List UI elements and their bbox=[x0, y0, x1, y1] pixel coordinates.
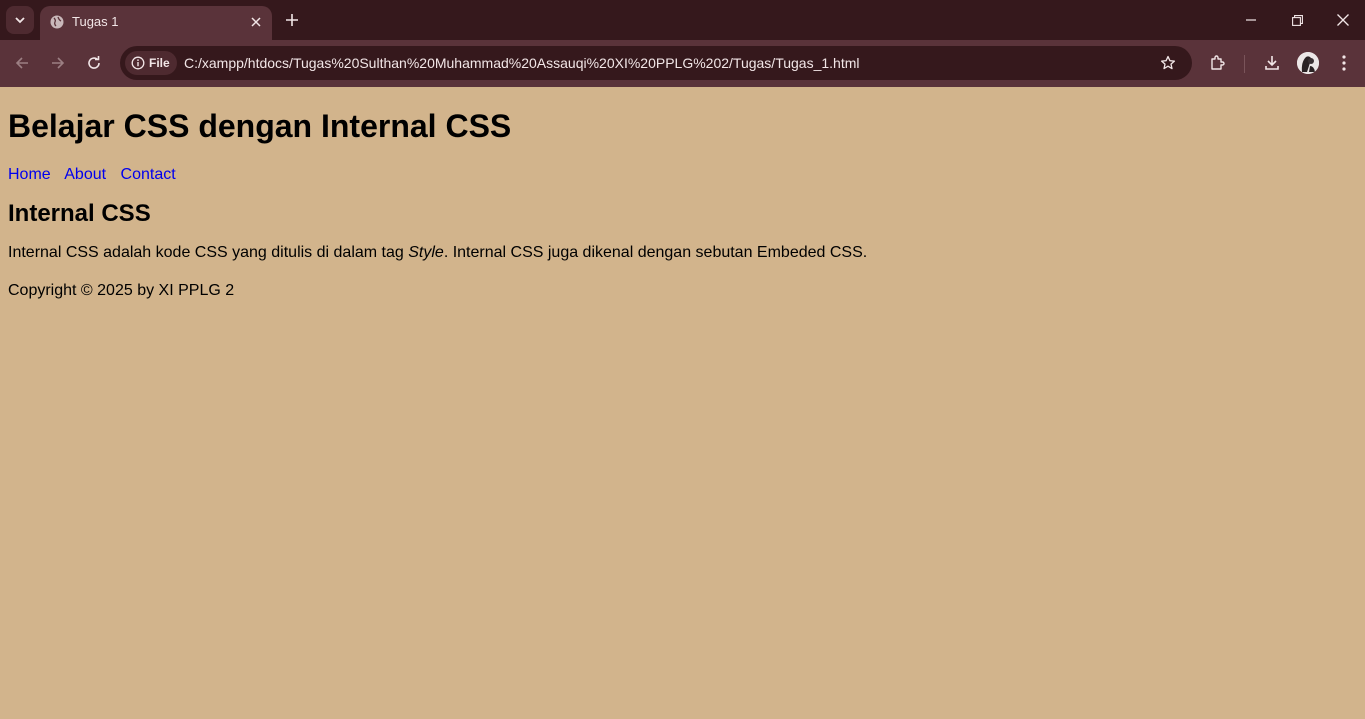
extensions-puzzle-icon bbox=[1211, 55, 1225, 70]
section-paragraph: Internal CSS adalah kode CSS yang dituli… bbox=[8, 244, 1357, 262]
browser-toolbar: File C:/xampp/htdocs/Tugas%20Sulthan%20M… bbox=[0, 40, 1365, 87]
more-menu-button[interactable] bbox=[1330, 49, 1358, 77]
minimize-button[interactable] bbox=[1237, 6, 1265, 34]
new-tab-button[interactable] bbox=[282, 10, 302, 30]
reload-icon bbox=[88, 56, 100, 69]
nav-link-home[interactable]: Home bbox=[8, 166, 51, 183]
reload-button[interactable] bbox=[80, 49, 108, 77]
forward-button[interactable] bbox=[44, 49, 72, 77]
close-icon bbox=[251, 17, 261, 27]
profile-avatar[interactable] bbox=[1297, 52, 1319, 74]
window-close-button[interactable] bbox=[1329, 6, 1357, 34]
paragraph-text-start: Internal CSS adalah kode CSS yang dituli… bbox=[8, 244, 409, 261]
minimize-icon bbox=[1246, 19, 1256, 21]
copyright-footer: Copyright © 2025 by XI PPLG 2 bbox=[8, 282, 235, 299]
restore-icon bbox=[1291, 14, 1303, 26]
star-icon bbox=[1160, 55, 1176, 70]
tab-strip: Tugas 1 bbox=[0, 0, 1365, 40]
page-heading: Belajar CSS dengan Internal CSS bbox=[8, 108, 512, 144]
tab-active[interactable]: Tugas 1 bbox=[40, 6, 272, 40]
paragraph-text-end: . Internal CSS juga dikenal dengan sebut… bbox=[443, 244, 868, 261]
forward-arrow-icon bbox=[52, 57, 65, 69]
address-bar[interactable]: File C:/xampp/htdocs/Tugas%20Sulthan%20M… bbox=[120, 46, 1192, 80]
profile-avatar-icon bbox=[1297, 52, 1319, 74]
back-arrow-icon bbox=[15, 57, 28, 69]
plus-icon bbox=[286, 14, 298, 26]
page-content: Belajar CSS dengan Internal CSS Home Abo… bbox=[0, 87, 1365, 719]
globe-icon bbox=[50, 15, 64, 29]
site-info-chip[interactable]: File bbox=[125, 51, 177, 75]
section-title: Internal CSS bbox=[8, 200, 151, 227]
download-icon bbox=[1265, 56, 1279, 70]
page-nav: Home About Contact bbox=[8, 166, 1357, 184]
extensions-button[interactable] bbox=[1204, 49, 1232, 77]
tab-title: Tugas 1 bbox=[72, 14, 119, 29]
bookmark-button[interactable] bbox=[1158, 53, 1178, 73]
chevron-down-icon bbox=[15, 17, 25, 24]
nav-link-contact[interactable]: Contact bbox=[121, 166, 176, 183]
url-text[interactable]: C:/xampp/htdocs/Tugas%20Sulthan%20Muhamm… bbox=[184, 55, 860, 71]
downloads-button[interactable] bbox=[1258, 49, 1286, 77]
site-chip-label: File bbox=[149, 56, 170, 70]
restore-button[interactable] bbox=[1283, 6, 1311, 34]
info-icon bbox=[131, 56, 145, 70]
toolbar-separator bbox=[1244, 55, 1245, 73]
nav-link-about[interactable]: About bbox=[64, 166, 106, 183]
window-close-icon bbox=[1337, 14, 1349, 26]
paragraph-emphasis: Style bbox=[408, 244, 444, 261]
tab-close-button[interactable] bbox=[246, 12, 266, 32]
tab-list-button[interactable] bbox=[6, 6, 34, 34]
back-button[interactable] bbox=[8, 49, 36, 77]
more-vertical-icon bbox=[1342, 55, 1346, 71]
